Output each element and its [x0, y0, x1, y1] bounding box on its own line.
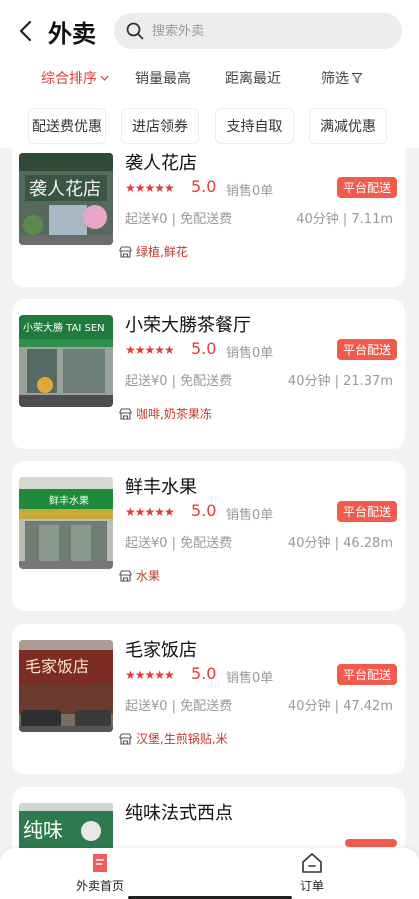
store-card[interactable]: 袭人花店 袭人花店 ★★★★★ 5.0 销售0单 平台配送 起送¥0 | 免配送…: [12, 137, 405, 287]
page-title: 外卖: [48, 19, 96, 48]
home-outline-icon: [302, 853, 322, 873]
sort-distance[interactable]: 距离最近: [225, 68, 281, 88]
chevron-down-icon: [100, 75, 109, 81]
bottom-nav: 外卖首页 订单: [0, 848, 419, 899]
store-sales: 销售0单: [226, 508, 274, 523]
nav-orders[interactable]: 订单: [300, 852, 324, 894]
delivery-info: 起送¥0 | 免配送费: [125, 212, 233, 227]
platform-delivery-badge: [345, 839, 397, 847]
store-rating: 5.0: [191, 177, 217, 196]
time-distance: 40分钟 | 7.11m: [296, 212, 393, 227]
category-label: 咖啡,奶茶果冻: [136, 407, 212, 421]
platform-delivery-badge: 平台配送: [336, 664, 397, 685]
platform-delivery-badge: 平台配送: [336, 501, 397, 522]
sort-label: 销量最高: [135, 71, 191, 87]
store-name[interactable]: 袭人花店: [125, 149, 197, 175]
store-category: 水果: [119, 567, 160, 584]
rating-stars-icon: ★★★★★: [125, 668, 175, 682]
platform-delivery-badge: 平台配送: [336, 177, 397, 198]
store-rating: 5.0: [191, 664, 217, 683]
store-thumbnail: 鲜丰水果: [19, 477, 113, 569]
store-thumbnail: 袭人花店: [19, 153, 113, 245]
store-card[interactable]: 鲜丰水果 鲜丰水果 ★★★★★ 5.0 销售0单 平台配送 起送¥0 | 免配送…: [12, 461, 405, 611]
top-bar: 外卖: [0, 0, 419, 62]
nav-label: 订单: [300, 879, 325, 893]
store-name[interactable]: 小荣大勝茶餐厅: [125, 311, 251, 337]
store-card[interactable]: 小荣大勝 TAI SEN 小荣大勝茶餐厅 ★★★★★ 5.0 销售0单 平台配送…: [12, 299, 405, 449]
nav-takeout-home[interactable]: 外卖首页: [76, 852, 124, 894]
store-thumbnail: 小荣大勝 TAI SEN: [19, 315, 113, 407]
sign-lettering: 袭人花店: [29, 179, 101, 200]
store-category: 汉堡,生煎锅贴,米: [119, 730, 228, 747]
filter-label: 筛选: [321, 71, 349, 87]
store-sales: 销售0单: [226, 184, 274, 199]
sort-sales[interactable]: 销量最高: [135, 68, 191, 88]
search-input[interactable]: [152, 23, 372, 39]
filter-button[interactable]: 筛选: [321, 68, 362, 88]
sign-lettering: 毛家饭店: [25, 657, 89, 676]
category-label: 水果: [136, 569, 161, 583]
category-label: 汉堡,生煎锅贴,米: [136, 732, 228, 746]
delivery-info: 起送¥0 | 免配送费: [125, 536, 233, 551]
delivery-info: 起送¥0 | 免配送费: [125, 699, 233, 714]
sign-lettering: 小荣大勝 TAI SEN: [23, 321, 105, 334]
store-rating: 5.0: [191, 339, 217, 358]
store-category: 绿植,鲜花: [119, 243, 188, 260]
store-rating: 5.0: [191, 501, 217, 520]
category-label: 绿植,鲜花: [136, 245, 188, 259]
rating-stars-icon: ★★★★★: [125, 505, 175, 519]
store-card[interactable]: 毛家饭店 毛家饭店 ★★★★★ 5.0 销售0单 平台配送 起送¥0 | 免配送…: [12, 624, 405, 774]
sort-label: 综合排序: [41, 71, 97, 87]
store-icon: [119, 732, 132, 745]
store-sales: 销售0单: [226, 671, 274, 686]
platform-delivery-badge: 平台配送: [336, 339, 397, 360]
back-arrow-icon[interactable]: [6, 11, 46, 51]
store-icon: [119, 245, 132, 258]
sign-lettering: 纯味: [23, 818, 63, 842]
tag-delivery-discount[interactable]: 配送费优惠: [28, 108, 106, 144]
tag-self-pickup[interactable]: 支持自取: [215, 108, 294, 144]
sign-lettering: 鲜丰水果: [49, 494, 89, 507]
store-icon: [119, 569, 132, 582]
store-name[interactable]: 鲜丰水果: [125, 473, 197, 499]
search-icon: [126, 22, 144, 40]
search-bar[interactable]: [114, 13, 402, 49]
time-distance: 40分钟 | 21.37m: [287, 374, 393, 389]
store-category: 咖啡,奶茶果冻: [119, 405, 212, 422]
takeout-home-icon: [93, 854, 107, 872]
store-sales: 销售0单: [226, 346, 274, 361]
rating-stars-icon: ★★★★★: [125, 181, 175, 195]
store-name[interactable]: 毛家饭店: [125, 636, 197, 662]
time-distance: 40分钟 | 46.28m: [287, 536, 393, 551]
store-thumbnail: 毛家饭店: [19, 640, 113, 732]
store-icon: [119, 407, 132, 420]
filter-funnel-icon: [352, 73, 362, 83]
delivery-info: 起送¥0 | 免配送费: [125, 374, 233, 389]
store-name[interactable]: 纯味法式西点: [125, 799, 233, 825]
header: 外卖 综合排序 销量最高 距离最近 筛选 配送费优惠 进店领券 支持自取 满减优…: [0, 0, 419, 148]
rating-stars-icon: ★★★★★: [125, 343, 175, 357]
nav-label: 外卖首页: [76, 879, 125, 893]
sort-comprehensive[interactable]: 综合排序: [41, 68, 109, 88]
sort-label: 距离最近: [225, 71, 281, 87]
tag-full-reduction[interactable]: 满减优惠: [309, 108, 387, 144]
tag-store-coupon[interactable]: 进店领券: [121, 108, 199, 144]
time-distance: 40分钟 | 47.42m: [287, 699, 393, 714]
